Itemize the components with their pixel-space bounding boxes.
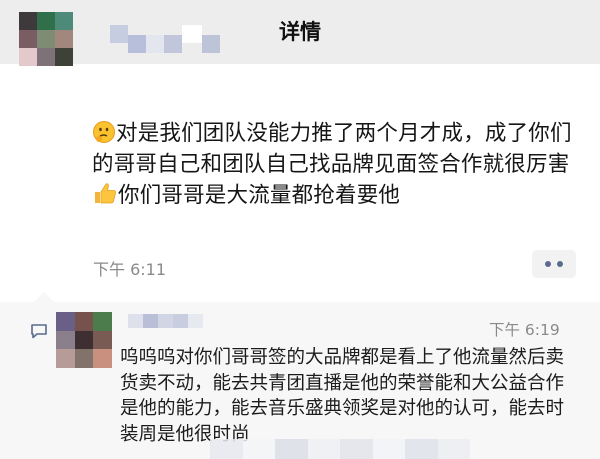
post-text-part-1: 对是我们团队没能力推了两个月才成，成了你们的哥哥自己和团队自己找品牌见面签合作就… [92,121,572,177]
commenter-avatar[interactable] [56,312,112,368]
post-text-part-2: 你们哥哥是大流量都抢着要他 [118,183,401,208]
comment-timestamp: 下午 6:19 [489,321,560,339]
comment-text: 呜呜呜对你们哥哥签的大品牌都是看上了他流量然后卖货卖不动，能去共青团直播是他的荣… [120,347,565,445]
blurred-commenter-name[interactable] [128,314,203,328]
blurred-username[interactable] [110,25,220,53]
comment-icon [31,324,47,339]
post-text: 对是我们团队没能力推了两个月才成，成了你们的哥哥自己和团队自己找品牌见面签合作就… [92,118,582,211]
page-title: 详情 [279,20,321,44]
more-dots-icon [545,261,551,267]
blurred-region [210,439,470,459]
more-button[interactable] [532,250,576,278]
thinking-face-emoji [93,121,115,143]
avatar[interactable] [19,12,73,66]
divider [0,290,600,302]
comment-caret [34,292,54,302]
more-dots-icon [557,261,563,267]
thumbs-up-emoji [95,183,116,204]
post-timestamp: 下午 6:11 [93,260,167,279]
navigation-bar: 详情 [0,0,600,64]
